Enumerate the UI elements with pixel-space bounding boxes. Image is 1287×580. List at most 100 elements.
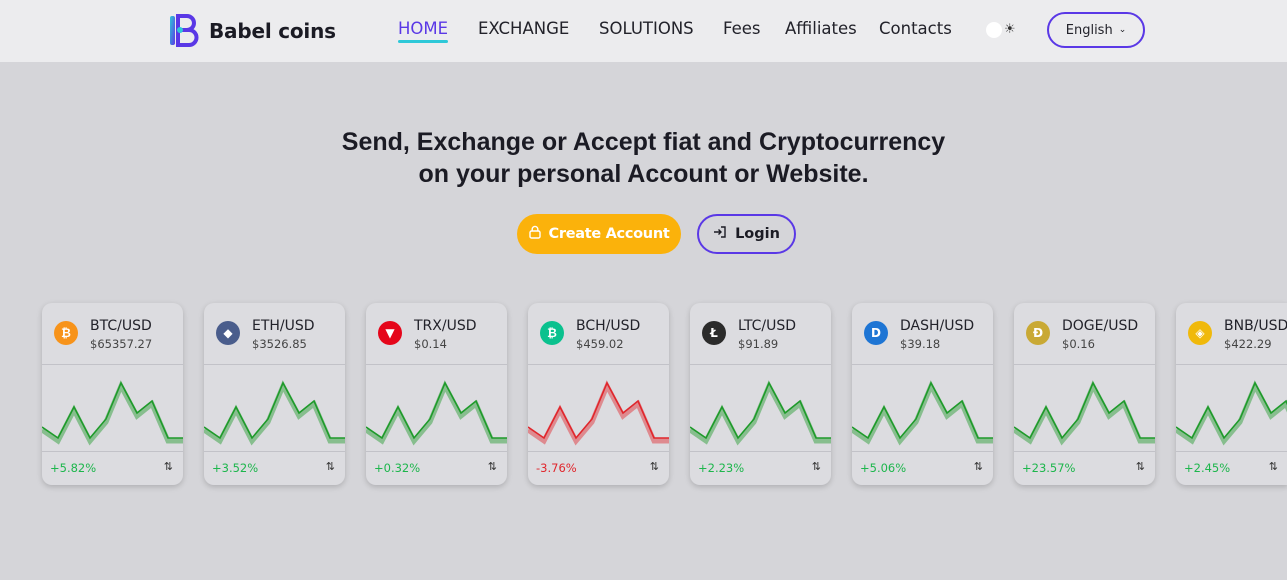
- nav-home[interactable]: HOME: [398, 19, 449, 43]
- ticker-footer: +23.57% ⇅: [1014, 451, 1155, 485]
- ticker-card[interactable]: Ð DOGE/USD $0.16 +23.57% ⇅: [1014, 303, 1155, 485]
- dogecoin-icon: Ð: [1026, 321, 1050, 345]
- ticker-pair: DOGE/USD: [1062, 318, 1139, 334]
- ticker-change: +5.06%: [860, 461, 907, 475]
- login-icon: [713, 225, 727, 243]
- sparkline-chart: [1176, 380, 1287, 446]
- ticker-pair: BTC/USD: [90, 318, 152, 334]
- lock-icon: [528, 225, 541, 243]
- hero-line-2: on your personal Account or Website.: [418, 160, 869, 188]
- create-account-button[interactable]: Create Account: [517, 214, 681, 254]
- ticker-change: -3.76%: [536, 461, 577, 475]
- ticker-footer: +3.52% ⇅: [204, 451, 345, 485]
- create-account-label: Create Account: [548, 226, 670, 242]
- ticker-pair: BNB/USD: [1224, 318, 1287, 334]
- ticker-change: +0.32%: [374, 461, 421, 475]
- ticker-pair: TRX/USD: [414, 318, 477, 334]
- ticker-price: $459.02: [576, 337, 624, 351]
- ticker-card[interactable]: ₿ BCH/USD $459.02 -3.76% ⇅: [528, 303, 669, 485]
- ticker-pair: DASH/USD: [900, 318, 975, 334]
- sparkline-chart: [528, 380, 669, 446]
- swap-arrows-icon[interactable]: ⇅: [1136, 460, 1145, 473]
- sparkline-chart: [852, 380, 993, 446]
- dash-icon: D: [864, 321, 888, 345]
- theme-toggle[interactable]: ☀: [985, 20, 1019, 40]
- ticker-card[interactable]: ₿ BTC/USD $65357.27 +5.82% ⇅: [42, 303, 183, 485]
- sparkline-chart: [42, 380, 183, 446]
- sparkline-shadow: [1014, 380, 1155, 446]
- sparkline-shadow: [366, 380, 507, 446]
- login-label: Login: [735, 226, 780, 242]
- ticker-card[interactable]: ◈ BNB/USD $422.29 +2.45% ⇅: [1176, 303, 1287, 485]
- ticker-header: Ð DOGE/USD $0.16: [1014, 303, 1155, 365]
- swap-arrows-icon[interactable]: ⇅: [164, 460, 173, 473]
- ticker-card[interactable]: Ł LTC/USD $91.89 +2.23% ⇅: [690, 303, 831, 485]
- swap-arrows-icon[interactable]: ⇅: [1269, 460, 1278, 473]
- sparkline: [1176, 381, 1287, 440]
- babel-logo-icon: [170, 14, 199, 47]
- ticker-price: $65357.27: [90, 337, 153, 351]
- login-button[interactable]: Login: [697, 214, 796, 254]
- bitcoin-icon: ₿: [54, 321, 78, 345]
- ticker-price: $39.18: [900, 337, 941, 351]
- ticker-price: $3526.85: [252, 337, 307, 351]
- ticker-change: +2.45%: [1184, 461, 1231, 475]
- language-label: English: [1065, 22, 1113, 38]
- ticker-pair: LTC/USD: [738, 318, 797, 334]
- tron-icon: ▼: [378, 321, 402, 345]
- nav-exchange[interactable]: EXCHANGE: [478, 19, 569, 38]
- ticker-footer: +5.06% ⇅: [852, 451, 993, 485]
- ticker-card[interactable]: ▼ TRX/USD $0.14 +0.32% ⇅: [366, 303, 507, 485]
- ticker-change: +23.57%: [1022, 461, 1076, 475]
- ticker-header: ◈ BNB/USD $422.29: [1176, 303, 1287, 365]
- ticker-card[interactable]: ◆ ETH/USD $3526.85 +3.52% ⇅: [204, 303, 345, 485]
- bnb-icon: ◈: [1188, 321, 1212, 345]
- ethereum-icon: ◆: [216, 321, 240, 345]
- swap-arrows-icon[interactable]: ⇅: [650, 460, 659, 473]
- ticker-header: ▼ TRX/USD $0.14: [366, 303, 507, 365]
- nav-fees[interactable]: Fees: [723, 19, 761, 38]
- toggle-knob: [986, 22, 1002, 38]
- ticker-price: $422.29: [1224, 337, 1272, 351]
- sparkline-shadow: [528, 380, 669, 446]
- sparkline-shadow: [852, 380, 993, 446]
- sparkline-chart: [204, 380, 345, 446]
- ticker-pair: BCH/USD: [576, 318, 641, 334]
- swap-arrows-icon[interactable]: ⇅: [812, 460, 821, 473]
- nav-solutions[interactable]: SOLUTIONS: [599, 19, 694, 38]
- ticker-header: Ł LTC/USD $91.89: [690, 303, 831, 365]
- sparkline-chart: [1014, 380, 1155, 446]
- ticker-header: D DASH/USD $39.18: [852, 303, 993, 365]
- hero-title: Send, Exchange or Accept fiat and Crypto…: [0, 126, 1287, 190]
- sparkline-shadow: [204, 380, 345, 446]
- ticker-card[interactable]: D DASH/USD $39.18 +5.06% ⇅: [852, 303, 993, 485]
- ticker-footer: +0.32% ⇅: [366, 451, 507, 485]
- ticker-header: ₿ BCH/USD $459.02: [528, 303, 669, 365]
- ticker-header: ₿ BTC/USD $65357.27: [42, 303, 183, 365]
- ticker-header: ◆ ETH/USD $3526.85: [204, 303, 345, 365]
- ticker-pair: ETH/USD: [252, 318, 315, 334]
- ticker-footer: +2.23% ⇅: [690, 451, 831, 485]
- sparkline-shadow: [1176, 380, 1287, 446]
- ticker-price: $0.16: [1062, 337, 1095, 351]
- sparkline-shadow: [42, 380, 183, 446]
- swap-arrows-icon[interactable]: ⇅: [326, 460, 335, 473]
- brand-name: Babel coins: [209, 18, 336, 43]
- nav-affiliates[interactable]: Affiliates: [785, 19, 857, 38]
- ticker-change: +5.82%: [50, 461, 97, 475]
- sun-icon: ☀: [1004, 22, 1016, 37]
- brand-logo[interactable]: Babel coins: [169, 14, 336, 47]
- ticker-change: +2.23%: [698, 461, 745, 475]
- ticker-footer: -3.76% ⇅: [528, 451, 669, 485]
- bitcoin-cash-icon: ₿: [540, 321, 564, 345]
- language-select[interactable]: English ⌄: [1047, 12, 1145, 48]
- hero-line-1: Send, Exchange or Accept fiat and Crypto…: [341, 128, 946, 156]
- sparkline-chart: [690, 380, 831, 446]
- swap-arrows-icon[interactable]: ⇅: [974, 460, 983, 473]
- ticker-footer: +5.82% ⇅: [42, 451, 183, 485]
- chevron-down-icon: ⌄: [1118, 25, 1127, 35]
- top-nav: Babel coins HOME EXCHANGE SOLUTIONS Fees…: [0, 0, 1287, 62]
- ticker-change: +3.52%: [212, 461, 259, 475]
- nav-contacts[interactable]: Contacts: [879, 19, 952, 38]
- swap-arrows-icon[interactable]: ⇅: [488, 460, 497, 473]
